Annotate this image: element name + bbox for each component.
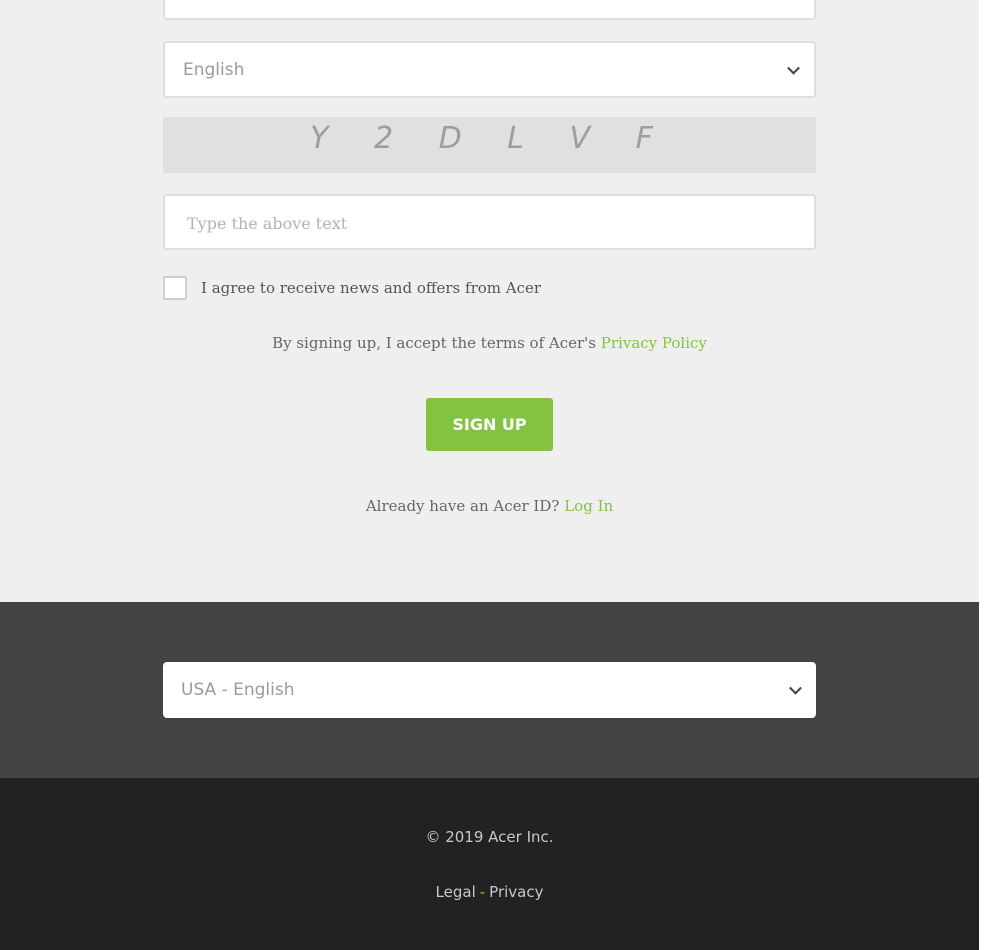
previous-form-field[interactable] [163, 0, 816, 20]
privacy-link[interactable]: Privacy [489, 883, 543, 901]
region-select-value: USA - English [181, 680, 295, 700]
footer: © 2019 Acer Inc. Legal - Privacy [0, 778, 979, 950]
language-select[interactable]: English [163, 41, 816, 98]
captcha-input-field[interactable] [163, 194, 816, 250]
copyright-text: © 2019 Acer Inc. [425, 828, 554, 846]
signup-button[interactable]: SIGN UP [426, 398, 553, 451]
newsletter-checkbox-label: I agree to receive news and offers from … [201, 279, 542, 297]
login-prompt: Already have an Acer ID? Log In [0, 497, 979, 515]
login-link[interactable]: Log In [564, 497, 613, 515]
region-section: USA - English [0, 602, 979, 778]
captcha-image: Y 2 D L V F [163, 117, 816, 173]
footer-links: Legal - Privacy [0, 883, 979, 901]
region-select[interactable]: USA - English [163, 662, 816, 718]
terms-statement: By signing up, I accept the terms of Ace… [272, 334, 597, 352]
newsletter-checkbox[interactable] [163, 276, 187, 300]
login-prompt-text: Already have an Acer ID? [365, 497, 560, 515]
scrollbar-gutter [979, 0, 1000, 950]
legal-link[interactable]: Legal [436, 883, 476, 901]
chevron-down-icon [787, 61, 800, 75]
privacy-policy-link[interactable]: Privacy Policy [601, 334, 707, 352]
chevron-down-icon [789, 681, 802, 695]
footer-separator: - [479, 883, 486, 901]
captcha-input[interactable] [185, 196, 799, 250]
captcha-text: Y 2 D L V F [310, 121, 671, 156]
language-select-value: English [183, 59, 245, 80]
signup-form-section: English Y 2 D L V F I agree to receive n… [0, 0, 979, 602]
terms-text: By signing up, I accept the terms of Ace… [0, 334, 979, 352]
